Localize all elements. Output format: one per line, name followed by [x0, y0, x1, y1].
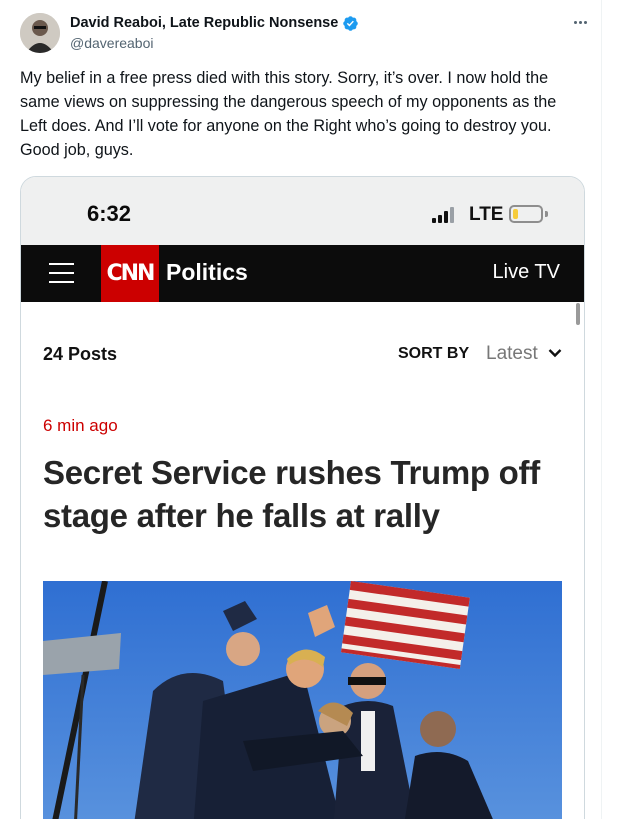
media-card[interactable]: 6:32 LTE CNN Politics Live TV 24 Posts S…: [20, 176, 585, 819]
scrollbar-thumb: [576, 303, 580, 325]
cnn-logo-text: CNN: [106, 261, 156, 286]
tweet-text: My belief in a free press died with this…: [20, 69, 557, 159]
chevron-down-icon: [548, 349, 562, 358]
news-photo: [43, 581, 562, 819]
author-handle[interactable]: @davereaboi: [70, 34, 359, 52]
phone-status-bar: 6:32 LTE: [21, 177, 584, 245]
cnn-nav-bar: CNN Politics Live TV: [21, 245, 584, 302]
sort-label: SORT BY: [398, 345, 470, 362]
more-options-icon[interactable]: [568, 12, 592, 32]
battery-level: [513, 209, 518, 219]
tweet-header: David Reaboi, Late Republic Nonsense @da…: [20, 10, 592, 56]
live-tv-link: Live TV: [492, 261, 560, 283]
cnn-logo: CNN: [101, 245, 159, 302]
verified-badge-icon: [343, 15, 359, 31]
posts-count: 24 Posts: [43, 344, 118, 364]
avatar[interactable]: [20, 13, 60, 53]
hamburger-icon: [49, 262, 74, 284]
signal-icon: [432, 207, 456, 223]
section-title: Politics: [166, 259, 248, 285]
author-display-name[interactable]: David Reaboi, Late Republic Nonsense: [70, 14, 338, 32]
column-divider: [601, 0, 602, 819]
battery-icon: [509, 205, 543, 223]
post-timestamp: 6 min ago: [43, 416, 118, 435]
author-block: David Reaboi, Late Republic Nonsense @da…: [70, 14, 359, 52]
network-label: LTE: [469, 204, 504, 225]
sort-value: Latest: [486, 343, 538, 364]
battery-tip: [545, 211, 548, 217]
post-headline: Secret Service rushes Trump off stage af…: [43, 454, 540, 534]
author-name-row[interactable]: David Reaboi, Late Republic Nonsense: [70, 14, 359, 32]
status-time: 6:32: [87, 201, 132, 226]
